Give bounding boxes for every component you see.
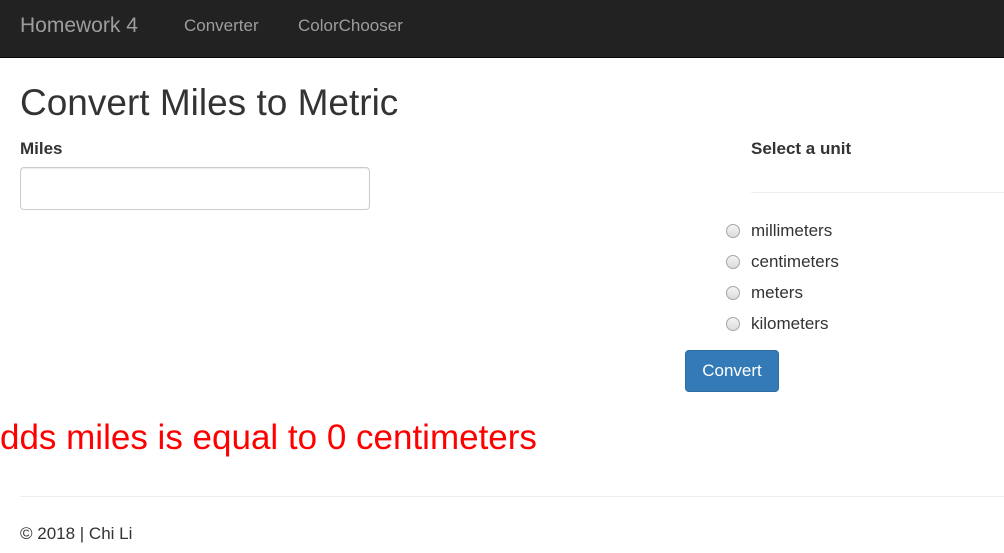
radio-button-kilometers[interactable] bbox=[726, 317, 740, 331]
navbar: Homework 4 Converter ColorChooser bbox=[0, 0, 1004, 58]
radio-button-centimeters[interactable] bbox=[726, 255, 740, 269]
unit-divider bbox=[751, 192, 1004, 193]
radio-label-millimeters: millimeters bbox=[751, 221, 833, 240]
radio-label-kilometers: kilometers bbox=[751, 314, 829, 333]
radio-option-meters[interactable]: meters bbox=[726, 283, 803, 303]
radio-button-millimeters[interactable] bbox=[726, 224, 740, 238]
radio-button-meters[interactable] bbox=[726, 286, 740, 300]
radio-option-kilometers[interactable]: kilometers bbox=[726, 314, 828, 334]
result-text: dds miles is equal to 0 centimeters bbox=[0, 418, 537, 457]
footer-divider bbox=[20, 496, 1004, 497]
nav-link-converter[interactable]: Converter bbox=[184, 16, 259, 36]
footer-copyright: © 2018 | Chi Li bbox=[20, 524, 133, 543]
nav-link-colorchooser[interactable]: ColorChooser bbox=[298, 16, 403, 36]
page-title: Convert Miles to Metric bbox=[20, 82, 399, 123]
radio-label-meters: meters bbox=[751, 283, 803, 302]
miles-input[interactable] bbox=[20, 167, 370, 210]
radio-label-centimeters: centimeters bbox=[751, 252, 839, 271]
miles-label: Miles bbox=[20, 139, 63, 158]
unit-label: Select a unit bbox=[751, 139, 852, 158]
navbar-brand[interactable]: Homework 4 bbox=[20, 13, 138, 39]
radio-option-millimeters[interactable]: millimeters bbox=[726, 221, 832, 241]
radio-option-centimeters[interactable]: centimeters bbox=[726, 252, 839, 272]
convert-button[interactable]: Convert bbox=[685, 350, 779, 392]
